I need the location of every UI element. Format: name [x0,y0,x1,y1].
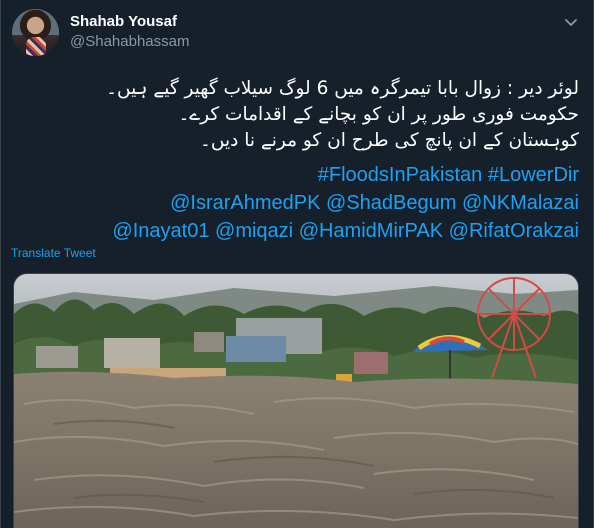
mention-row: @Inayat01 @miqazi @HamidMirPAK @RifatOra… [13,217,579,245]
hashtag-link[interactable]: #FloodsInPakistan [318,164,483,186]
mention-link[interactable]: @HamidMirPAK [299,220,443,242]
mention-link[interactable]: @miqazi [215,220,293,242]
hashtag-link[interactable]: #LowerDir [488,164,579,186]
tweet-video[interactable] [13,273,579,528]
mention-row: @IsrarAhmedPK @ShadBegum @NKMalazai [13,189,579,217]
tweet-card: Shahab Yousaf @Shahabhassam لوئر دیر : ز… [0,0,594,528]
hashtag-row: #FloodsInPakistan #LowerDir [13,161,579,189]
tweet-line: لوئر دیر : زوال بابا تیمرگرہ میں 6 لوگ س… [106,78,579,99]
chevron-down-icon[interactable] [563,14,579,30]
user-name[interactable]: Shahab Yousaf [70,13,177,30]
mention-link[interactable]: @ShadBegum [326,192,456,214]
user-handle[interactable]: @Shahabhassam [70,33,189,50]
translate-tweet-link[interactable]: Translate Tweet [11,246,96,260]
tweet-text: لوئر دیر : زوال بابا تیمرگرہ میں 6 لوگ س… [13,76,579,154]
tweet-links: #FloodsInPakistan #LowerDir @IsrarAhmedP… [13,161,579,245]
flood-scene-image [14,274,578,528]
tweet-line: حکومت فوری طور پر ان کو بچانے کے اقدامات… [178,104,579,125]
mention-link[interactable]: @IsrarAhmedPK [170,192,320,214]
mention-link[interactable]: @NKMalazai [462,192,579,214]
mention-link[interactable]: @Inayat01 [112,220,209,242]
tweet-line: کوہستان کے ان پانچ کی طرح ان کو مرنے نا … [200,130,579,151]
avatar[interactable] [12,9,59,56]
mention-link[interactable]: @RifatOrakzai [449,220,579,242]
avatar-shawl [26,37,46,56]
